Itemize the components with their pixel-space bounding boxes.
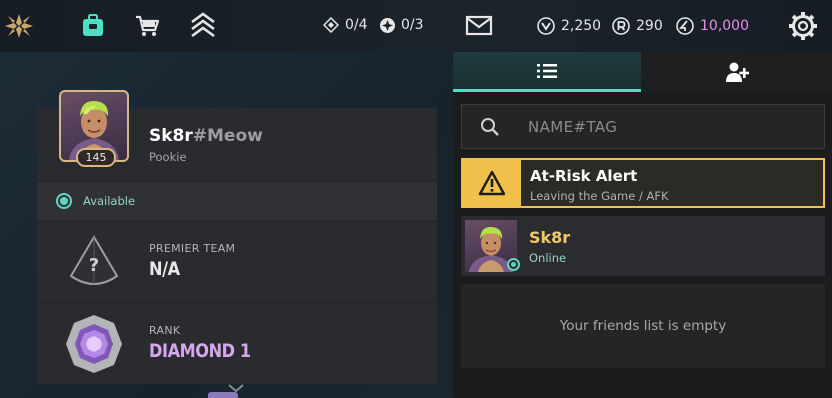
valorant-points-display[interactable]: 10,000 (675, 16, 749, 36)
party-member-preview (208, 392, 238, 398)
status-label: Available (83, 194, 136, 208)
list-icon (537, 63, 557, 78)
gear-icon[interactable] (786, 9, 820, 43)
mission-counter-value: 0/4 (345, 17, 368, 33)
online-indicator-icon (507, 258, 520, 271)
valorant-points-value: 10,000 (700, 18, 749, 34)
store-icon[interactable] (130, 9, 164, 43)
alert-subtitle: Leaving the Game / AFK (530, 189, 669, 203)
search-icon (481, 118, 499, 136)
valorant-logo-icon[interactable] (2, 9, 36, 43)
status-indicator-icon (56, 193, 72, 209)
availability-status[interactable]: Available (37, 182, 437, 220)
add-friend-icon (725, 62, 749, 82)
warning-icon (463, 160, 521, 206)
premier-emblem-icon: ? (63, 231, 125, 293)
rank-label: RANK (149, 324, 181, 337)
weekly-counter-value: 0/3 (401, 17, 424, 33)
top-navigation-bar: 0/4 0/3 2,250 290 10,000 (0, 0, 832, 52)
player-game-name: Sk8r (149, 126, 193, 146)
friend-status: Online (529, 251, 567, 265)
premier-team-value: N/A (149, 258, 180, 280)
tab-friends-list[interactable] (453, 52, 641, 92)
tab-add-friend[interactable] (641, 52, 832, 92)
radianite-value: 290 (636, 18, 663, 34)
kingdom-credits-icon (536, 16, 556, 36)
mission-counter[interactable]: 0/4 (322, 16, 368, 34)
at-risk-alert[interactable]: At-Risk Alert Leaving the Game / AFK (461, 158, 825, 208)
mail-icon[interactable] (462, 9, 496, 43)
player-card-header[interactable]: 145 Sk8r#Meow Pookie (37, 90, 437, 180)
svg-text:?: ? (89, 255, 99, 276)
radianite-display[interactable]: 290 (611, 16, 663, 36)
rank-row[interactable]: RANK DIAMOND 1 (37, 304, 437, 384)
battlepass-icon[interactable] (186, 9, 220, 43)
kingdom-credits-value: 2,250 (561, 18, 602, 34)
premier-team-label: PREMIER TEAM (149, 242, 236, 255)
star-circle-icon (378, 16, 396, 34)
rank-value: DIAMOND 1 (149, 340, 251, 362)
collection-icon[interactable] (76, 9, 110, 43)
radianite-icon (611, 16, 631, 36)
friend-name: Sk8r (529, 228, 571, 247)
player-name[interactable]: Sk8r#Meow (149, 126, 263, 146)
search-input[interactable] (528, 115, 808, 139)
weekly-counter[interactable]: 0/3 (378, 16, 424, 34)
kingdom-credits-display[interactable]: 2,250 (536, 16, 601, 36)
friend-search[interactable] (461, 104, 825, 149)
player-profile-card: 145 Sk8r#Meow Pookie Available ? PREMIER… (37, 90, 437, 384)
account-level-badge: 145 (76, 148, 116, 167)
social-panel: At-Risk Alert Leaving the Game / AFK Sk8… (453, 52, 832, 398)
valorant-points-icon (675, 16, 695, 36)
diamond-outline-icon (322, 16, 340, 34)
premier-team-row[interactable]: ? PREMIER TEAM N/A (37, 222, 437, 302)
empty-friends-message: Your friends list is empty (461, 284, 825, 368)
list-item[interactable]: Sk8r Online (461, 216, 825, 276)
player-title: Pookie (149, 150, 187, 164)
empty-friends-text: Your friends list is empty (559, 318, 727, 334)
diamond-rank-icon (63, 313, 125, 375)
alert-title: At-Risk Alert (530, 167, 638, 185)
player-tagline: #Meow (192, 126, 263, 146)
